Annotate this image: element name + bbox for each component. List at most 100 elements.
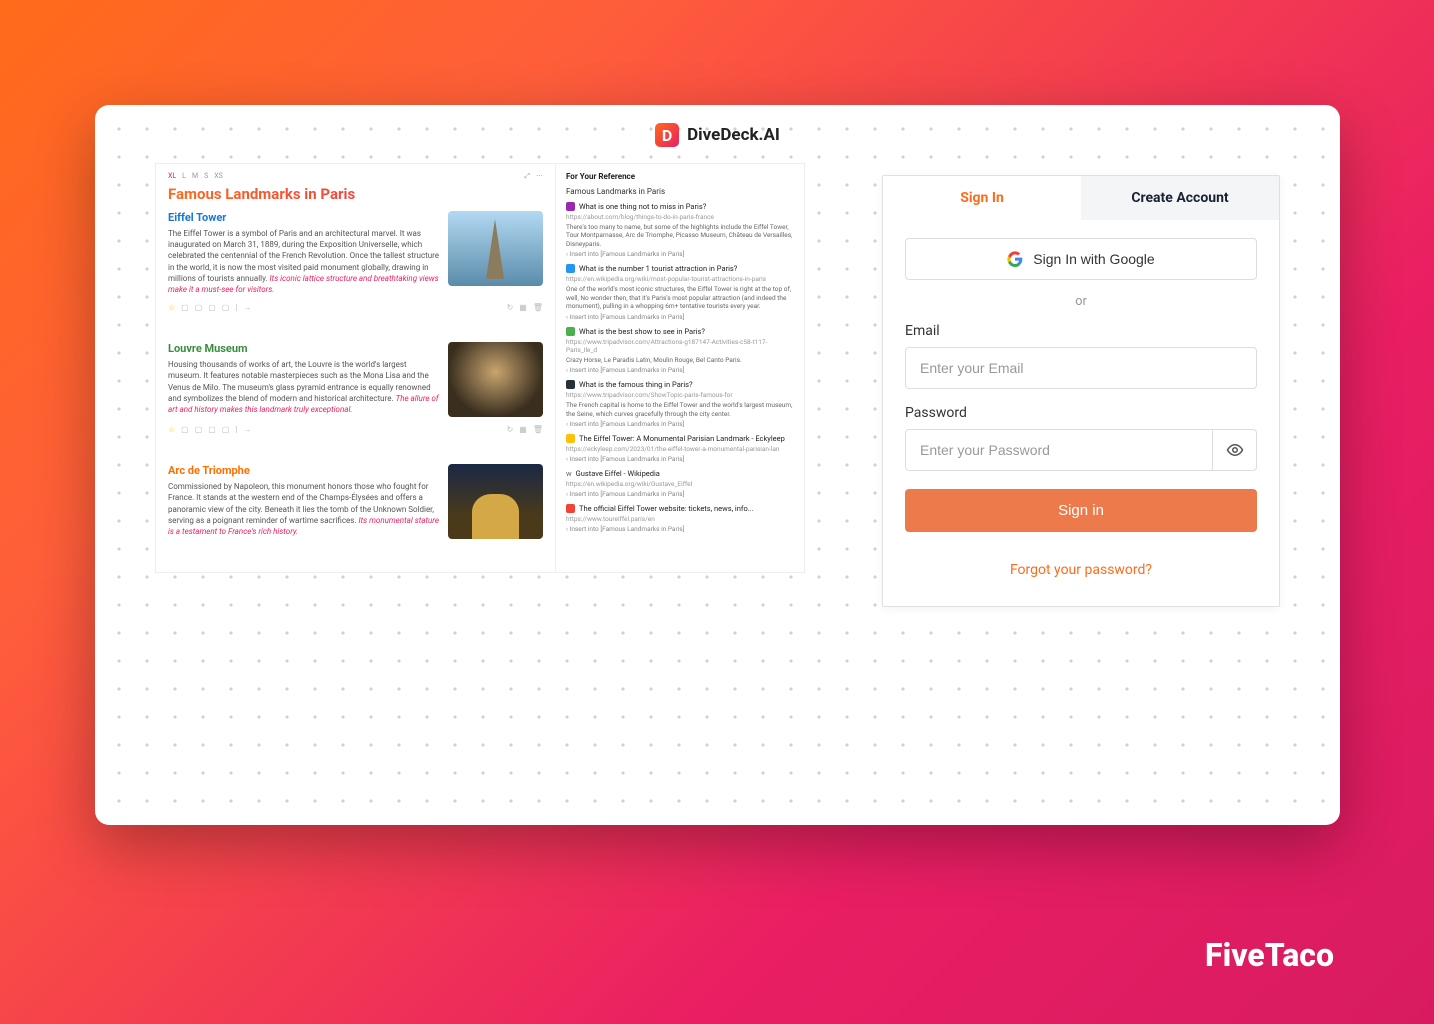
reference-item: What is the best show to see in Paris? h… [566, 327, 794, 374]
tool-icon[interactable]: ▢ [208, 425, 216, 434]
reference-question: What is one thing not to miss in Paris? [579, 202, 706, 211]
forgot-password-link[interactable]: Forgot your password? [905, 562, 1257, 586]
google-signin-button[interactable]: Sign In with Google [905, 238, 1257, 280]
reference-insert[interactable]: ‹ Insert into [Famous Landmarks in Paris… [566, 525, 794, 533]
refresh-icon[interactable]: ↻ [507, 303, 514, 312]
reference-question: What is the best show to see in Paris? [579, 327, 705, 336]
divider-icon: | [235, 425, 237, 434]
app-header: D DiveDeck.AI [95, 123, 1340, 147]
source-badge-icon [566, 504, 575, 513]
section-body: The Eiffel Tower is a symbol of Paris an… [168, 228, 440, 295]
wiki-icon: w [566, 469, 572, 478]
section-title: Eiffel Tower [168, 211, 440, 224]
image-icon[interactable]: ▦ [519, 425, 527, 434]
tool-icon[interactable]: ▢ [181, 303, 189, 312]
auth-tabs: Sign In Create Account [883, 176, 1279, 220]
size-tab-m[interactable]: M [192, 172, 198, 181]
delete-icon[interactable]: 🗑 [533, 303, 543, 312]
reference-url: https://about.com/blog/things-to-do-in-p… [566, 213, 794, 221]
tool-icon[interactable]: ▢ [208, 303, 216, 312]
size-tab-s[interactable]: S [204, 172, 208, 181]
google-icon [1007, 251, 1023, 267]
section-body: Housing thousands of works of art, the L… [168, 359, 440, 415]
size-tab-xl[interactable]: XL [168, 172, 176, 181]
reference-item: What is the number 1 tourist attraction … [566, 264, 794, 320]
tool-icon[interactable]: ▢ [181, 425, 189, 434]
references-heading: For Your Reference [566, 172, 794, 181]
source-badge-icon [566, 264, 575, 273]
auth-card: Sign In Create Account Sign In with Goog… [882, 175, 1280, 607]
reference-insert[interactable]: ‹ Insert into [Famous Landmarks in Paris… [566, 420, 794, 428]
section-image [448, 342, 543, 417]
reference-desc: Crazy Horse, Le Paradis Latin, Moulin Ro… [566, 356, 794, 364]
refresh-icon[interactable]: ↻ [507, 425, 514, 434]
section-louvre: Louvre Museum Housing thousands of works… [168, 342, 543, 454]
expand-icon[interactable]: ⤢ [524, 172, 530, 181]
section-body: Commissioned by Napoleon, this monument … [168, 481, 440, 537]
divider-text: or [905, 294, 1257, 309]
section-eiffel: Eiffel Tower The Eiffel Tower is a symbo… [168, 211, 543, 332]
reference-item: The Eiffel Tower: A Monumental Parisian … [566, 434, 794, 463]
reference-question: What is the number 1 tourist attraction … [579, 264, 737, 273]
delete-icon[interactable]: 🗑 [533, 425, 543, 434]
signin-button[interactable]: Sign in [905, 489, 1257, 532]
section-arc: Arc de Triomphe Commissioned by Napoleon… [168, 464, 543, 539]
image-icon[interactable]: ▦ [519, 303, 527, 312]
section-image [448, 211, 543, 286]
reference-item: What is the famous thing in Paris? https… [566, 380, 794, 428]
reference-insert[interactable]: ‹ Insert into [Famous Landmarks in Paris… [566, 313, 794, 321]
more-icon[interactable]: ⋯ [536, 172, 543, 181]
reference-desc: There's too many to name, but some of th… [566, 223, 794, 248]
logo-icon: D [655, 123, 679, 147]
reference-insert[interactable]: ‹ Insert into [Famous Landmarks in Paris… [566, 490, 794, 498]
reference-question: What is the famous thing in Paris? [579, 380, 693, 389]
tool-icon[interactable]: ▢ [222, 425, 230, 434]
arrow-right-icon[interactable]: → [243, 303, 251, 312]
size-tabs: XL L M S XS ⤢ ⋯ [168, 172, 543, 181]
reference-url: https://www.toureiffel.paris/en [566, 515, 794, 523]
document-column: XL L M S XS ⤢ ⋯ Famous Landmarks in Pari… [156, 164, 556, 572]
reference-question: Gustave Eiffel - Wikipedia [576, 469, 660, 478]
reference-url: https://en.wikipedia.org/wiki/most-popul… [566, 275, 794, 283]
references-column: For Your Reference Famous Landmarks in P… [556, 164, 804, 572]
reference-item: The official Eiffel Tower website: ticke… [566, 504, 794, 533]
reference-desc: The French capital is home to the Eiffel… [566, 401, 794, 418]
email-label: Email [905, 323, 1257, 339]
size-tab-l[interactable]: L [182, 172, 186, 181]
reference-url: https://eckyleep.com/2023/01/the-eiffel-… [566, 445, 794, 453]
app-logo: D DiveDeck.AI [655, 123, 780, 147]
app-title: DiveDeck.AI [687, 125, 780, 145]
reference-insert[interactable]: ‹ Insert into [Famous Landmarks in Paris… [566, 250, 794, 258]
email-field[interactable] [905, 347, 1257, 389]
star-icon[interactable]: ☆ [168, 425, 175, 434]
toggle-password-visibility[interactable] [1213, 429, 1257, 471]
reference-insert[interactable]: ‹ Insert into [Famous Landmarks in Paris… [566, 455, 794, 463]
tab-create-account[interactable]: Create Account [1081, 176, 1279, 220]
section-toolbar: ☆ ▢ ▢ ▢ ▢ | → ↻ ▦ 🗑 [168, 425, 543, 434]
reference-item: wGustave Eiffel - Wikipedia https://en.w… [566, 469, 794, 498]
arrow-right-icon[interactable]: → [243, 425, 251, 434]
source-badge-icon [566, 380, 575, 389]
references-subtitle: Famous Landmarks in Paris [566, 187, 794, 196]
tab-signin[interactable]: Sign In [883, 176, 1081, 220]
content-panel: XL L M S XS ⤢ ⋯ Famous Landmarks in Pari… [155, 163, 805, 573]
reference-question: The official Eiffel Tower website: ticke… [579, 504, 754, 513]
brand-watermark: FiveTaco [1205, 936, 1334, 974]
reference-question: The Eiffel Tower: A Monumental Parisian … [579, 434, 785, 443]
reference-insert[interactable]: ‹ Insert into [Famous Landmarks in Paris… [566, 366, 794, 374]
divider-icon: | [235, 303, 237, 312]
tool-icon[interactable]: ▢ [195, 303, 203, 312]
auth-form-body: Sign In with Google or Email Password Si… [883, 220, 1279, 606]
reference-url: https://www.tripadvisor.com/ShowTopic-pa… [566, 391, 794, 399]
tool-icon[interactable]: ▢ [222, 303, 230, 312]
section-toolbar: ☆ ▢ ▢ ▢ ▢ | → ↻ ▦ 🗑 [168, 303, 543, 312]
size-tab-xs[interactable]: XS [214, 172, 223, 181]
reference-url: https://www.tripadvisor.com/Attractions-… [566, 338, 794, 354]
document-title: Famous Landmarks in Paris [168, 185, 543, 203]
source-badge-icon [566, 327, 575, 336]
source-badge-icon [566, 202, 575, 211]
tool-icon[interactable]: ▢ [195, 425, 203, 434]
star-icon[interactable]: ☆ [168, 303, 175, 312]
section-title: Louvre Museum [168, 342, 440, 355]
password-field[interactable] [905, 429, 1213, 471]
